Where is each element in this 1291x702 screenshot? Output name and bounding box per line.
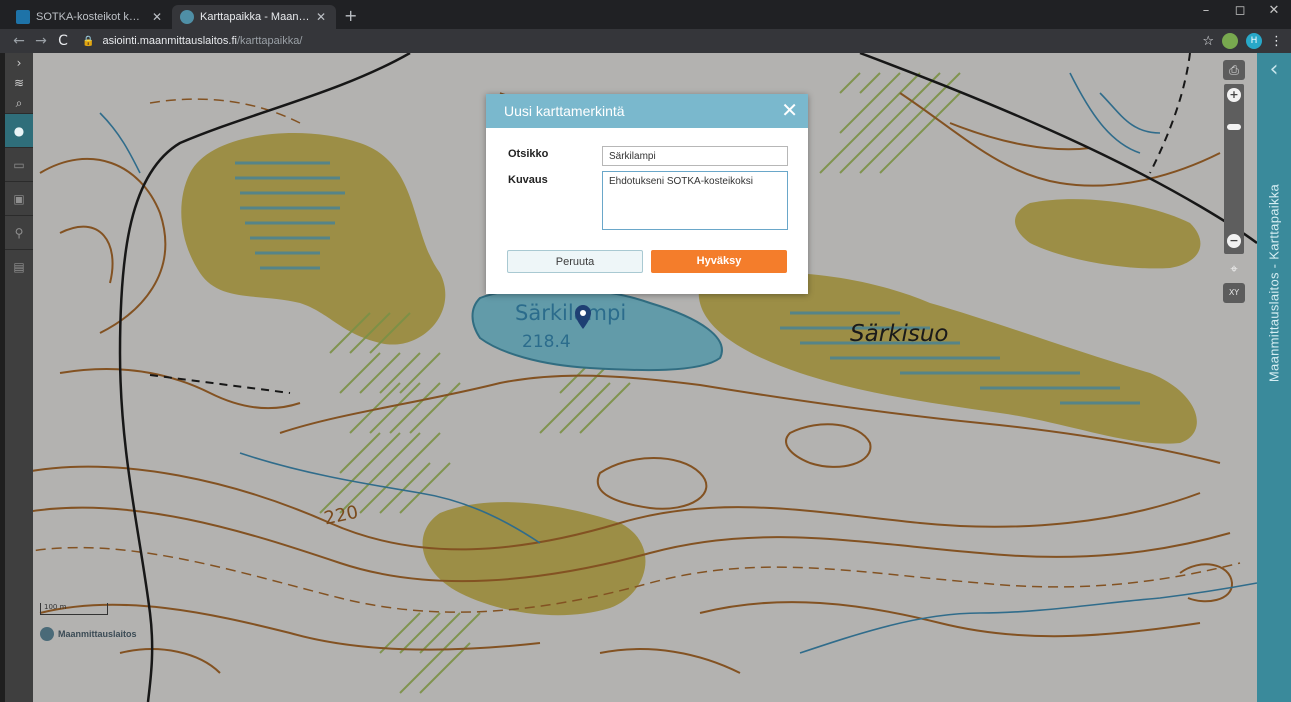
browser-tab-sotka[interactable]: SOTKA-kosteikot kohde-esitys - ✕ <box>8 5 172 29</box>
url-host: asiointi.maanmittauslaitos.fi <box>102 35 237 47</box>
reload-icon[interactable]: C <box>52 33 74 49</box>
accept-button[interactable]: Hyväksy <box>651 250 787 273</box>
scale-bar: 100 m <box>40 603 108 615</box>
zoom-handle[interactable] <box>1227 124 1241 130</box>
mml-favicon-icon <box>180 10 194 24</box>
window-controls: – ◻ ✕ <box>1189 0 1291 22</box>
expand-panel-chevron-icon[interactable]: › <box>5 53 33 73</box>
tab-close-icon[interactable]: ✕ <box>314 10 328 24</box>
description-textarea[interactable]: Ehdotukseni SOTKA-kosteikoksi <box>602 171 788 230</box>
search-icon[interactable]: ⌕ <box>5 93 33 113</box>
title-field-label: Otsikko <box>508 148 549 160</box>
minimize-button[interactable]: – <box>1189 0 1223 22</box>
cancel-button[interactable]: Peruuta <box>507 250 643 273</box>
new-marker-dialog: Uusi karttamerkintä ✕ Otsikko Särkilampi… <box>486 94 808 294</box>
print-icon[interactable]: ⎙ <box>1223 60 1245 80</box>
zoom-out-icon[interactable]: − <box>1227 234 1241 248</box>
lock-icon: 🔒 <box>82 35 95 47</box>
measure-area-icon[interactable]: ▣ <box>5 181 33 215</box>
dialog-title: Uusi karttamerkintä <box>504 103 625 119</box>
side-panel-title: Maanmittauslaitos - Karttapaikka <box>1266 183 1282 383</box>
url-path: /karttapaikka/ <box>236 35 303 47</box>
maximize-button[interactable]: ◻ <box>1223 0 1257 22</box>
map-tools-bar: › ≋ ⌕ ● ▭ ▣ ⚲ ▤ <box>5 53 33 702</box>
bookmark-star-icon[interactable]: ☆ <box>1202 34 1214 49</box>
title-input[interactable]: Särkilampi <box>602 146 788 166</box>
mml-logo-icon <box>40 627 54 641</box>
tab-title: SOTKA-kosteikot kohde-esitys - <box>36 11 146 23</box>
close-window-button[interactable]: ✕ <box>1257 0 1291 22</box>
bog-name-label: Särkisuo <box>850 321 949 347</box>
browser-toolbar: ← → C 🔒 asiointi.maanmittauslaitos.fi/ka… <box>0 29 1291 53</box>
zoom-slider[interactable]: + − <box>1224 84 1244 254</box>
logo-text: Maanmittauslaitos <box>58 629 137 639</box>
back-arrow-icon[interactable]: ← <box>8 33 30 49</box>
address-bar[interactable]: 🔒 asiointi.maanmittauslaitos.fi/karttapa… <box>82 32 1192 50</box>
browser-menu-icon[interactable]: ⋮ <box>1270 34 1283 49</box>
map-marker-icon[interactable] <box>575 305 591 329</box>
layers-icon[interactable]: ≋ <box>5 73 33 93</box>
dialog-header: Uusi karttamerkintä ✕ <box>486 94 808 128</box>
browser-tab-bar: SOTKA-kosteikot kohde-esitys - ✕ Karttap… <box>0 0 1291 29</box>
lake-name-label: Särkilampi <box>515 301 627 325</box>
forward-arrow-icon[interactable]: → <box>30 33 52 49</box>
provider-logo: Maanmittauslaitos <box>40 627 137 641</box>
locate-me-icon[interactable]: ⌖ <box>1222 262 1246 277</box>
route-tool-icon[interactable]: ⚲ <box>5 215 33 249</box>
side-panel-karttapaikka[interactable]: ‹ Maanmittauslaitos - Karttapaikka <box>1257 53 1291 702</box>
close-icon[interactable]: ✕ <box>781 98 798 122</box>
tab-title: Karttapaikka - Maanmittauslaitos <box>200 11 310 23</box>
measure-line-icon[interactable]: ▭ <box>5 147 33 181</box>
marker-tool-icon[interactable]: ● <box>5 113 33 147</box>
zoom-in-icon[interactable]: + <box>1227 88 1241 102</box>
lake-elevation-label: 218.4 <box>522 332 571 352</box>
scale-label: 100 m <box>44 603 67 611</box>
tab-close-icon[interactable]: ✕ <box>150 10 164 24</box>
new-tab-button[interactable]: + <box>344 5 357 29</box>
delete-trash-icon[interactable]: ▤ <box>5 249 33 283</box>
extension-icon[interactable] <box>1222 33 1238 49</box>
sotka-favicon-icon <box>16 10 30 24</box>
description-field-label: Kuvaus <box>508 174 548 186</box>
coordinates-icon[interactable]: XY <box>1223 283 1245 303</box>
browser-tab-karttapaikka[interactable]: Karttapaikka - Maanmittauslaitos ✕ <box>172 5 336 29</box>
zoom-controls: ⎙ + − ⌖ XY <box>1222 60 1246 303</box>
profile-avatar[interactable]: H <box>1246 33 1262 49</box>
chevron-left-icon[interactable]: ‹ <box>1257 57 1291 82</box>
